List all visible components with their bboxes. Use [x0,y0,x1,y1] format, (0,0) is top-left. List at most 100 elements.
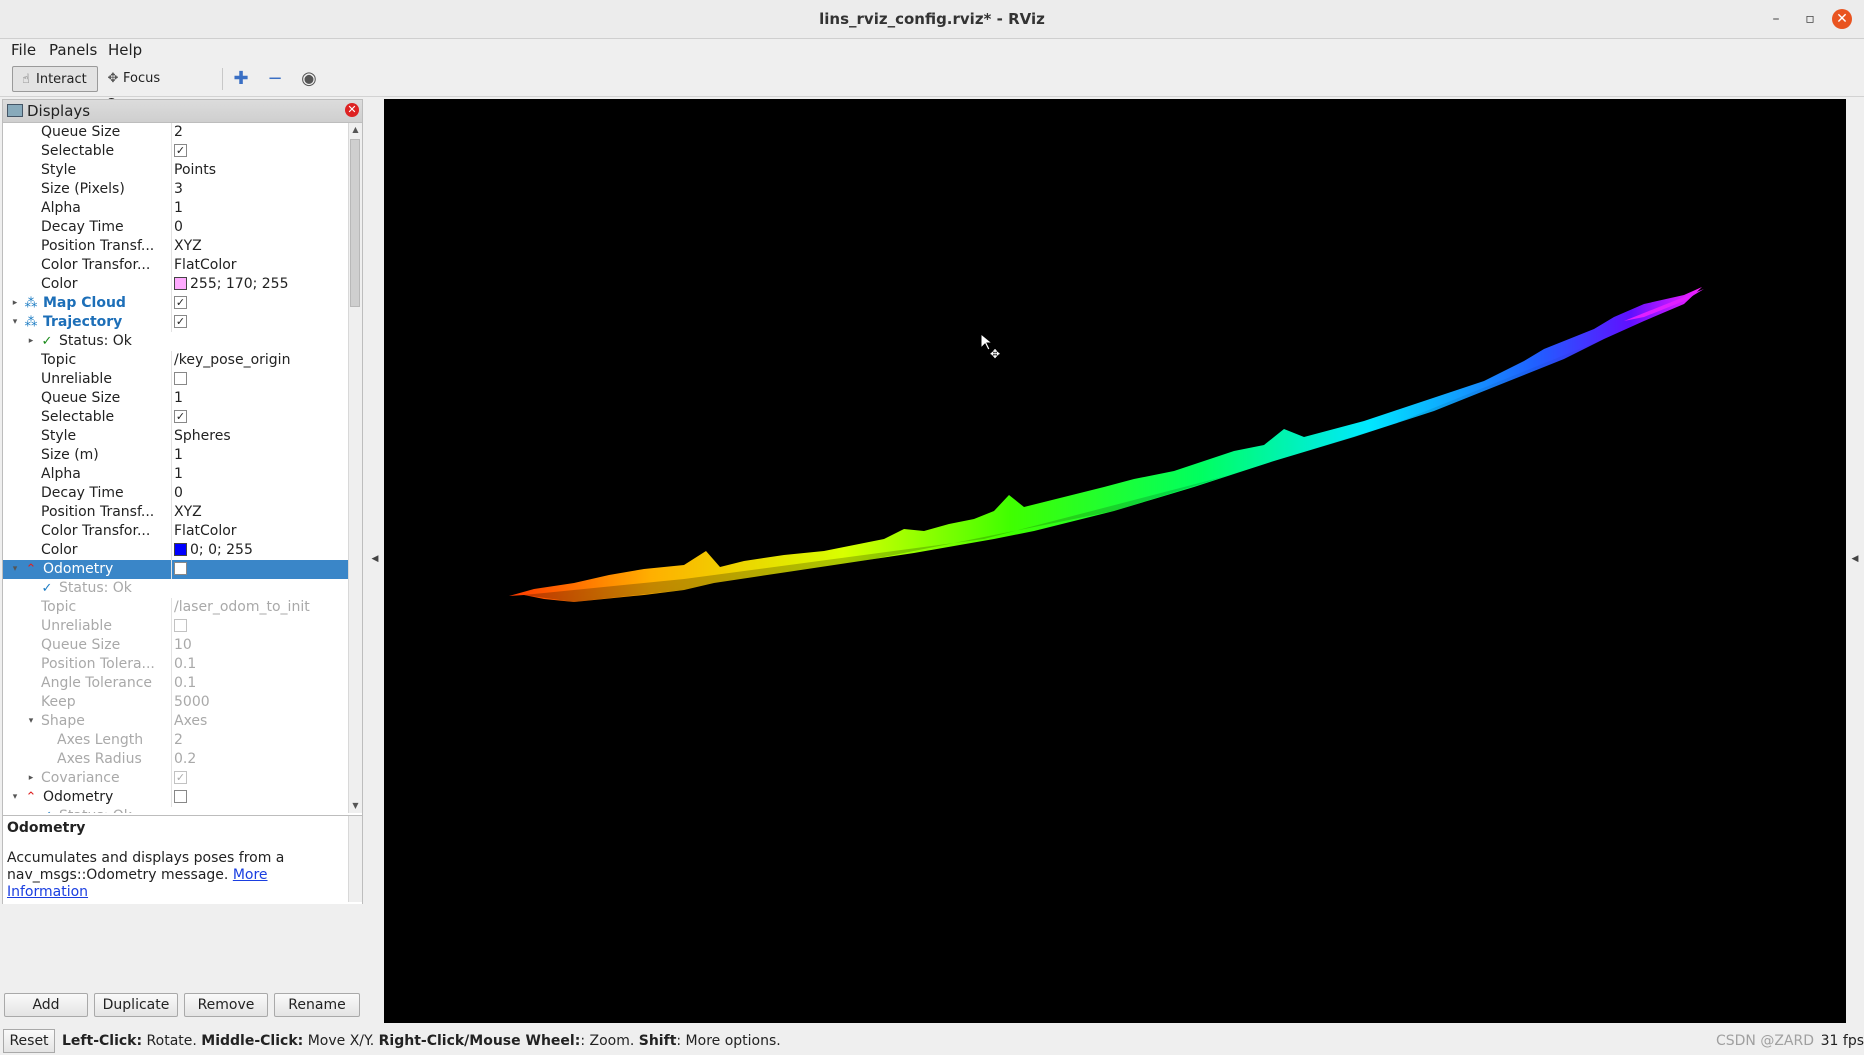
display-row[interactable]: Queue Size 2 [3,123,348,142]
rename-button[interactable]: Rename [274,993,360,1017]
display-row-value[interactable]: /laser_odom_to_init [171,598,348,617]
display-row-value[interactable]: 0 [171,484,348,503]
left-splitter[interactable]: ◀ [366,99,384,1023]
display-row-value[interactable]: 3 [171,180,348,199]
display-row[interactable]: Position Transf... XYZ [3,503,348,522]
display-row[interactable]: ▾ ⌃ Odometry [3,788,348,807]
display-row-value[interactable]: 2 [171,731,348,750]
row-checkbox[interactable]: ✓ [174,770,187,784]
display-row-value[interactable]: 1 [171,465,348,484]
display-row-value[interactable]: 0.1 [171,655,348,674]
expanded-arrow-icon[interactable]: ▾ [9,560,21,579]
row-checkbox[interactable]: ✓ [174,314,187,328]
color-swatch[interactable] [174,542,187,556]
close-icon[interactable]: ✕ [1832,9,1852,29]
display-row-value[interactable]: 0; 0; 255 [171,541,348,560]
display-row[interactable]: Queue Size 10 [3,636,348,655]
display-row[interactable]: Color 0; 0; 255 [3,541,348,560]
display-row-value[interactable]: 1 [171,446,348,465]
reset-button[interactable]: Reset [3,1029,55,1053]
expanded-arrow-icon[interactable]: ▾ [9,788,21,807]
display-row-value[interactable]: 5000 [171,693,348,712]
interact-button[interactable]: ☝ Interact [12,66,98,92]
display-row-value[interactable]: Points [171,161,348,180]
collapsed-arrow-icon[interactable]: ▸ [25,332,37,351]
display-row[interactable]: Color Transfor... FlatColor [3,256,348,275]
display-row-value[interactable]: 0.1 [171,674,348,693]
display-row[interactable]: Queue Size 1 [3,389,348,408]
display-row[interactable]: Position Tolera... 0.1 [3,655,348,674]
row-checkbox[interactable]: ✓ [174,143,187,157]
display-row-value[interactable]: ✓ [171,408,348,427]
display-row-value[interactable] [171,560,348,579]
display-row[interactable]: Selectable ✓ [3,142,348,161]
display-row[interactable]: ▾ ⁂ Trajectory ✓ [3,313,348,332]
display-row-value[interactable]: 10 [171,636,348,655]
display-row[interactable]: ▾ Shape Axes [3,712,348,731]
menu-help[interactable]: Help [108,39,142,61]
display-row[interactable]: Axes Radius 0.2 [3,750,348,769]
display-row-value[interactable]: 2 [171,123,348,142]
display-row-value[interactable] [171,788,348,807]
display-row[interactable]: Angle Tolerance 0.1 [3,674,348,693]
display-row[interactable]: Keep 5000 [3,693,348,712]
display-row-value[interactable]: ✓ [171,769,348,788]
display-row-value[interactable] [171,370,348,389]
display-row-value[interactable]: 1 [171,199,348,218]
menu-panels[interactable]: Panels [49,39,97,61]
remove-tool-icon[interactable]: − [262,66,288,92]
minimize-icon[interactable]: – [1766,9,1786,29]
row-checkbox[interactable] [174,561,187,575]
display-row-value[interactable]: XYZ [171,503,348,522]
collapse-right-icon[interactable]: ◀ [1846,554,1864,564]
display-row[interactable]: Alpha 1 [3,465,348,484]
display-row-value[interactable]: /key_pose_origin [171,351,348,370]
display-row[interactable]: ▸ Covariance ✓ [3,769,348,788]
display-row[interactable]: Unreliable [3,617,348,636]
focus-camera-button[interactable]: ✥Focus Camera [100,66,210,112]
color-swatch[interactable] [174,276,187,290]
display-row[interactable]: Topic/key_pose_origin [3,351,348,370]
display-row[interactable]: Decay Time 0 [3,218,348,237]
remove-button[interactable]: Remove [184,993,268,1017]
display-row[interactable]: ✓ Status: Ok [3,579,348,598]
display-row[interactable]: Axes Length 2 [3,731,348,750]
collapsed-arrow-icon[interactable]: ▸ [25,769,37,788]
display-row[interactable]: Position Transf... XYZ [3,237,348,256]
display-row[interactable]: Size (Pixels) 3 [3,180,348,199]
display-row-value[interactable]: ✓ [171,313,348,332]
expanded-arrow-icon[interactable]: ▾ [25,712,37,731]
maximize-icon[interactable]: ▫ [1800,9,1820,29]
display-row[interactable]: Style Spheres [3,427,348,446]
display-row-value[interactable]: FlatColor [171,522,348,541]
panel-close-icon[interactable]: ✕ [345,103,359,117]
display-row-value[interactable]: 255; 170; 255 [171,275,348,294]
display-row[interactable]: Color Transfor... FlatColor [3,522,348,541]
row-checkbox[interactable] [174,789,187,803]
display-row[interactable]: Topic/laser_odom_to_init [3,598,348,617]
display-row[interactable]: Size (m) 1 [3,446,348,465]
display-row-value[interactable]: 0.2 [171,750,348,769]
collapse-left-icon[interactable]: ◀ [366,554,384,564]
display-row-value[interactable]: 0 [171,218,348,237]
display-row[interactable]: Unreliable [3,370,348,389]
row-checkbox[interactable] [174,371,187,385]
display-row[interactable]: Color 255; 170; 255 [3,275,348,294]
display-row-value[interactable]: ✓ [171,142,348,161]
display-row[interactable]: ✓ Status: Ok [3,807,348,813]
display-row-value[interactable] [171,617,348,636]
display-row-value[interactable]: FlatColor [171,256,348,275]
display-row[interactable]: ▾ ⌃ Odometry [3,560,348,579]
scroll-up-icon[interactable]: ▲ [349,123,362,137]
display-row[interactable]: Alpha 1 [3,199,348,218]
display-row[interactable]: ▸ ⁂ Map Cloud ✓ [3,294,348,313]
right-splitter[interactable]: ◀ [1846,99,1864,1023]
duplicate-button[interactable]: Duplicate [94,993,178,1017]
display-row-value[interactable]: ✓ [171,294,348,313]
display-row-value[interactable]: 1 [171,389,348,408]
display-row-value[interactable]: Spheres [171,427,348,446]
menu-file[interactable]: File [11,39,36,61]
display-row[interactable]: ▸ ✓ Status: Ok [3,332,348,351]
render-viewport[interactable]: ✥ [384,99,1846,1023]
display-row-value[interactable]: XYZ [171,237,348,256]
